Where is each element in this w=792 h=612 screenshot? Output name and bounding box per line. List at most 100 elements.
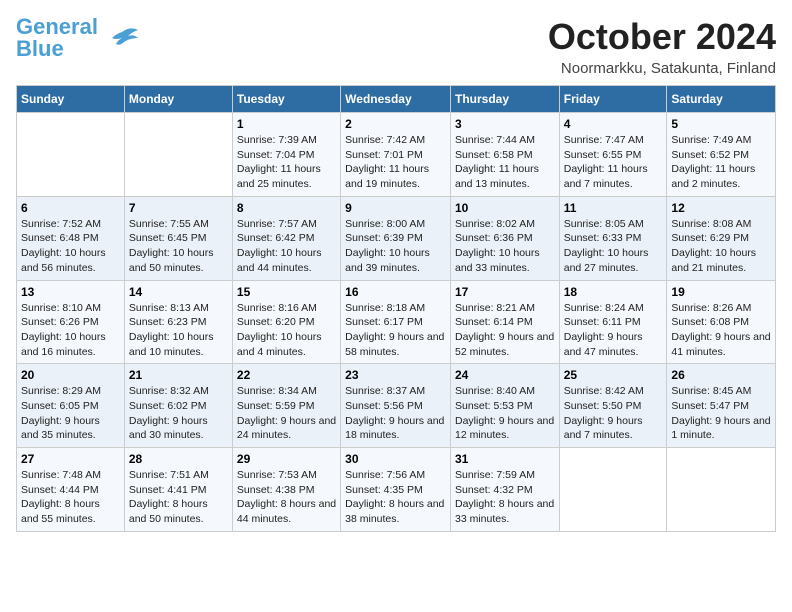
calendar-cell: 31Sunrise: 7:59 AMSunset: 4:32 PMDayligh… (450, 448, 559, 532)
calendar-cell (124, 113, 232, 197)
calendar-cell: 13Sunrise: 8:10 AMSunset: 6:26 PMDayligh… (17, 280, 125, 364)
calendar-cell: 17 Sunrise: 8:21 AMSunset: 6:14 PMDayligh… (450, 280, 559, 364)
day-info: Sunrise: 8:40 AMSunset: 5:53 PMDaylight:… (455, 384, 555, 443)
day-info: Sunrise: 8:21 AMSunset: 6:14 PMDaylight:… (455, 301, 555, 360)
calendar-cell: 4 Sunrise: 7:47 AMSunset: 6:55 PMDaylight… (559, 113, 667, 197)
day-number: 13 (21, 285, 120, 299)
day-number: 25 (564, 368, 663, 382)
day-number: 2 (345, 117, 446, 131)
day-number: 20 (21, 368, 120, 382)
day-info: Sunrise: 8:02 AMSunset: 6:36 PMDaylight:… (455, 217, 555, 276)
day-number: 9 (345, 201, 446, 215)
calendar-cell: 7Sunrise: 7:55 AMSunset: 6:45 PMDaylight… (124, 196, 232, 280)
day-info: Sunrise: 8:26 AMSunset: 6:08 PMDaylight:… (671, 301, 771, 360)
calendar-cell: 3 Sunrise: 7:44 AMSunset: 6:58 PMDaylight… (450, 113, 559, 197)
day-info: Sunrise: 8:05 AMSunset: 6:33 PMDaylight:… (564, 217, 663, 276)
day-number: 15 (237, 285, 336, 299)
calendar-cell: 11 Sunrise: 8:05 AMSunset: 6:33 PMDayligh… (559, 196, 667, 280)
calendar-cell: 24Sunrise: 8:40 AMSunset: 5:53 PMDayligh… (450, 364, 559, 448)
day-number: 4 (564, 117, 663, 131)
day-number: 30 (345, 452, 446, 466)
day-number: 16 (345, 285, 446, 299)
day-info: Sunrise: 8:00 AMSunset: 6:39 PMDaylight:… (345, 217, 446, 276)
calendar-cell: 22 Sunrise: 8:34 AMSunset: 5:59 PMDayligh… (232, 364, 340, 448)
day-number: 10 (455, 201, 555, 215)
calendar-cell (17, 113, 125, 197)
calendar-cell: 14 Sunrise: 8:13 AMSunset: 6:23 PMDayligh… (124, 280, 232, 364)
calendar-cell: 26Sunrise: 8:45 AMSunset: 5:47 PMDayligh… (667, 364, 776, 448)
day-number: 7 (129, 201, 228, 215)
day-info: Sunrise: 7:44 AMSunset: 6:58 PMDaylight:… (455, 133, 555, 192)
calendar-week-row: 20 Sunrise: 8:29 AMSunset: 6:05 PMDayligh… (17, 364, 776, 448)
calendar-cell: 1 Sunrise: 7:39 AMSunset: 7:04 PMDaylight… (232, 113, 340, 197)
day-number: 18 (564, 285, 663, 299)
calendar-cell: 28 Sunrise: 7:51 AMSunset: 4:41 PMDayligh… (124, 448, 232, 532)
calendar-cell: 25 Sunrise: 8:42 AMSunset: 5:50 PMDayligh… (559, 364, 667, 448)
day-number: 22 (237, 368, 336, 382)
day-number: 21 (129, 368, 228, 382)
calendar-cell: 15 Sunrise: 8:16 AMSunset: 6:20 PMDayligh… (232, 280, 340, 364)
calendar-table: Sunday Monday Tuesday Wednesday Thursday… (16, 85, 776, 532)
calendar-cell: 9 Sunrise: 8:00 AMSunset: 6:39 PMDaylight… (341, 196, 451, 280)
calendar-cell: 2 Sunrise: 7:42 AMSunset: 7:01 PMDaylight… (341, 113, 451, 197)
day-number: 19 (671, 285, 771, 299)
calendar-cell (559, 448, 667, 532)
header-friday: Friday (559, 86, 667, 113)
day-info: Sunrise: 7:53 AMSunset: 4:38 PMDaylight:… (237, 468, 336, 527)
day-number: 8 (237, 201, 336, 215)
title-location: Noormarkku, Satakunta, Finland (548, 60, 776, 77)
calendar-cell: 10 Sunrise: 8:02 AMSunset: 6:36 PMDayligh… (450, 196, 559, 280)
day-info: Sunrise: 7:48 AMSunset: 4:44 PMDaylight:… (21, 468, 120, 527)
day-info: Sunrise: 8:08 AMSunset: 6:29 PMDaylight:… (671, 217, 771, 276)
header-sunday: Sunday (17, 86, 125, 113)
calendar-week-row: 6Sunrise: 7:52 AMSunset: 6:48 PMDaylight… (17, 196, 776, 280)
logo-bird-icon (102, 24, 140, 52)
day-number: 17 (455, 285, 555, 299)
calendar-week-row: 27Sunrise: 7:48 AMSunset: 4:44 PMDayligh… (17, 448, 776, 532)
calendar-cell: 20 Sunrise: 8:29 AMSunset: 6:05 PMDayligh… (17, 364, 125, 448)
day-number: 26 (671, 368, 771, 382)
day-info: Sunrise: 8:24 AMSunset: 6:11 PMDaylight:… (564, 301, 663, 360)
day-info: Sunrise: 7:42 AMSunset: 7:01 PMDaylight:… (345, 133, 446, 192)
calendar-cell: 30 Sunrise: 7:56 AMSunset: 4:35 PMDayligh… (341, 448, 451, 532)
day-number: 1 (237, 117, 336, 131)
day-number: 14 (129, 285, 228, 299)
header-saturday: Saturday (667, 86, 776, 113)
day-number: 28 (129, 452, 228, 466)
logo: GeneralBlue (16, 16, 140, 60)
calendar-cell: 27Sunrise: 7:48 AMSunset: 4:44 PMDayligh… (17, 448, 125, 532)
calendar-cell: 6Sunrise: 7:52 AMSunset: 6:48 PMDaylight… (17, 196, 125, 280)
day-number: 3 (455, 117, 555, 131)
calendar-cell: 18 Sunrise: 8:24 AMSunset: 6:11 PMDayligh… (559, 280, 667, 364)
day-info: Sunrise: 8:32 AMSunset: 6:02 PMDaylight:… (129, 384, 228, 443)
calendar-week-row: 13Sunrise: 8:10 AMSunset: 6:26 PMDayligh… (17, 280, 776, 364)
title-month: October 2024 (548, 16, 776, 58)
title-block: October 2024 Noormarkku, Satakunta, Finl… (548, 16, 776, 77)
day-info: Sunrise: 7:57 AMSunset: 6:42 PMDaylight:… (237, 217, 336, 276)
day-info: Sunrise: 7:51 AMSunset: 4:41 PMDaylight:… (129, 468, 228, 527)
day-info: Sunrise: 8:29 AMSunset: 6:05 PMDaylight:… (21, 384, 120, 443)
day-info: Sunrise: 7:56 AMSunset: 4:35 PMDaylight:… (345, 468, 446, 527)
header-monday: Monday (124, 86, 232, 113)
header-thursday: Thursday (450, 86, 559, 113)
day-info: Sunrise: 8:34 AMSunset: 5:59 PMDaylight:… (237, 384, 336, 443)
calendar-week-row: 1 Sunrise: 7:39 AMSunset: 7:04 PMDaylight… (17, 113, 776, 197)
day-info: Sunrise: 8:37 AMSunset: 5:56 PMDaylight:… (345, 384, 446, 443)
header-tuesday: Tuesday (232, 86, 340, 113)
day-info: Sunrise: 8:42 AMSunset: 5:50 PMDaylight:… (564, 384, 663, 443)
day-number: 23 (345, 368, 446, 382)
calendar-cell: 8 Sunrise: 7:57 AMSunset: 6:42 PMDaylight… (232, 196, 340, 280)
day-number: 11 (564, 201, 663, 215)
day-number: 12 (671, 201, 771, 215)
page-header: GeneralBlue October 2024 Noormarkku, Sat… (16, 16, 776, 77)
day-info: Sunrise: 7:49 AMSunset: 6:52 PMDaylight:… (671, 133, 771, 192)
calendar-cell: 12 Sunrise: 8:08 AMSunset: 6:29 PMDayligh… (667, 196, 776, 280)
day-info: Sunrise: 8:13 AMSunset: 6:23 PMDaylight:… (129, 301, 228, 360)
day-info: Sunrise: 7:52 AMSunset: 6:48 PMDaylight:… (21, 217, 120, 276)
day-info: Sunrise: 7:39 AMSunset: 7:04 PMDaylight:… (237, 133, 336, 192)
day-number: 31 (455, 452, 555, 466)
day-info: Sunrise: 8:16 AMSunset: 6:20 PMDaylight:… (237, 301, 336, 360)
calendar-header-row: Sunday Monday Tuesday Wednesday Thursday… (17, 86, 776, 113)
header-wednesday: Wednesday (341, 86, 451, 113)
day-info: Sunrise: 7:47 AMSunset: 6:55 PMDaylight:… (564, 133, 663, 192)
